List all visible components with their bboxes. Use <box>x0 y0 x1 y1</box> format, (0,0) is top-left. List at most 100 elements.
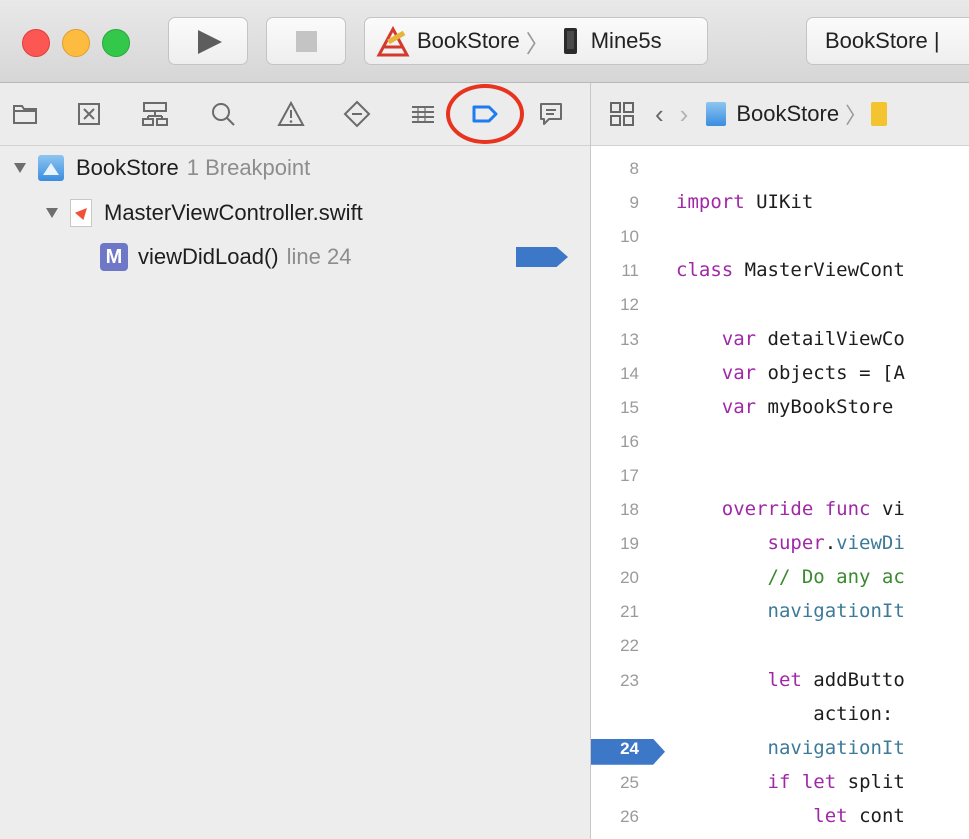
code-line[interactable]: 26 let cont <box>591 803 969 837</box>
status-text: BookStore | <box>825 28 940 53</box>
xcode-app-icon <box>376 25 410 57</box>
hierarchy-icon[interactable] <box>140 99 170 129</box>
folder-icon[interactable] <box>10 99 40 129</box>
go-forward-icon[interactable]: › <box>680 99 689 130</box>
scheme-selector[interactable]: BookStore 〉 Mine5s <box>364 17 708 65</box>
report-icon[interactable] <box>536 99 566 129</box>
chevron-right-icon: 〉 <box>525 30 550 58</box>
diamond-icon[interactable] <box>342 99 372 129</box>
line-number: 20 <box>620 568 639 588</box>
code-line[interactable]: 25 if let split <box>591 769 969 803</box>
folder-icon[interactable] <box>871 102 888 126</box>
scheme-target-label: BookStore <box>417 28 520 53</box>
breadcrumb-project[interactable]: BookStore <box>736 101 839 127</box>
code-line[interactable]: 20 // Do any ac <box>591 564 969 598</box>
line-number: 8 <box>629 159 639 178</box>
code-line[interactable]: 19 super.viewDi <box>591 530 969 564</box>
code-line[interactable]: 22 <box>591 632 969 666</box>
line-number: 12 <box>620 295 639 315</box>
line-number: 13 <box>620 329 639 349</box>
code-text: var myBookStore <box>721 395 894 418</box>
play-icon <box>198 30 222 54</box>
code-line[interactable]: 23 let addButto <box>591 667 969 701</box>
warning-icon[interactable] <box>276 99 306 129</box>
navigator-selector-bar <box>0 83 590 146</box>
code-line[interactable]: action: <box>591 701 969 735</box>
code-line[interactable]: 15 var myBookStore <box>591 394 969 428</box>
code-line[interactable]: 13 var detailViewCo <box>591 326 969 360</box>
project-icon <box>38 155 64 181</box>
navigator-pane: BookStore 1 Breakpoint MasterViewControl… <box>0 83 591 839</box>
code-line[interactable]: 18 override func vi <box>591 496 969 530</box>
line-number: 14 <box>620 363 639 383</box>
project-name: BookStore <box>76 155 179 180</box>
line-number: 17 <box>620 465 639 485</box>
chevron-right-icon: 〉 <box>845 103 868 128</box>
code-text: super.viewDi <box>767 532 905 555</box>
disclosure-triangle-icon[interactable] <box>14 163 26 173</box>
search-icon[interactable] <box>208 99 238 129</box>
swift-file-icon <box>70 199 92 227</box>
window-toolbar: BookStore 〉 Mine5s BookStore | <box>0 0 969 83</box>
breakpoint-enabled-toggle[interactable] <box>516 247 568 267</box>
code-line[interactable]: 17 <box>591 462 969 496</box>
symbol-icon[interactable] <box>74 99 104 129</box>
file-row[interactable]: MasterViewController.swift <box>46 199 363 227</box>
code-line[interactable]: 10 <box>591 223 969 257</box>
code-text: let addButto <box>767 668 905 691</box>
disclosure-triangle-icon[interactable] <box>46 208 58 218</box>
selection-highlight-circle <box>446 84 524 144</box>
code-line[interactable]: 9 import UIKit <box>591 189 969 223</box>
code-text: let cont <box>813 804 905 827</box>
line-number: 9 <box>629 193 639 213</box>
file-name: MasterViewController.swift <box>104 200 363 225</box>
line-number: 10 <box>620 227 639 247</box>
code-text: override func vi <box>721 498 905 520</box>
code-line[interactable]: 24 navigationIt <box>591 735 969 769</box>
breakpoint-row[interactable]: M viewDidLoad() line 24 <box>100 243 351 271</box>
code-line[interactable]: 8 <box>591 155 969 189</box>
code-text: import UIKit <box>676 191 814 214</box>
zoom-window-button[interactable] <box>102 29 130 57</box>
stop-button[interactable] <box>266 17 346 65</box>
method-badge-icon: M <box>100 243 128 271</box>
source-editor[interactable]: ‹ › BookStore 〉 8 9 import UIKit 10 11 class … <box>591 83 969 839</box>
jump-bar: ‹ › BookStore 〉 <box>591 83 969 146</box>
breakpoint-line: line 24 <box>286 244 352 269</box>
code-text: var objects = [A <box>721 361 905 384</box>
stop-icon <box>296 31 317 52</box>
scheme-device-label: Mine5s <box>590 28 662 53</box>
code-line[interactable]: 11 class MasterViewCont <box>591 257 969 291</box>
code-line[interactable]: 12 <box>591 291 969 325</box>
line-number: 21 <box>620 602 639 622</box>
project-breakpoint-count: 1 Breakpoint <box>186 155 311 180</box>
line-number: 15 <box>620 397 639 417</box>
iphone-icon <box>563 28 577 54</box>
line-number: 19 <box>620 534 639 554</box>
code-text: action: <box>813 702 894 725</box>
code-text: // Do any ac <box>767 566 905 589</box>
go-back-icon[interactable]: ‹ <box>655 99 664 130</box>
code-line[interactable]: 21 navigationIt <box>591 598 969 632</box>
line-number: 11 <box>621 261 639 281</box>
code-line[interactable]: 16 <box>591 428 969 462</box>
code-text: class MasterViewCont <box>676 259 905 282</box>
method-name: viewDidLoad() <box>138 244 279 269</box>
minimize-window-button[interactable] <box>62 29 90 57</box>
list-icon[interactable] <box>408 99 438 129</box>
project-row[interactable]: BookStore 1 Breakpoint <box>14 155 310 181</box>
activity-status-view: BookStore | <box>806 17 969 65</box>
code-text: navigationIt <box>767 600 905 623</box>
line-number: 25 <box>620 772 639 792</box>
code-text: navigationIt <box>767 736 905 759</box>
line-number: 22 <box>620 636 639 656</box>
line-number: 24 <box>620 738 639 758</box>
line-number: 18 <box>620 500 639 519</box>
line-number: 26 <box>620 806 639 826</box>
code-line[interactable]: 14 var objects = [A <box>591 360 969 394</box>
project-icon <box>706 102 727 126</box>
related-items-icon[interactable] <box>609 101 635 127</box>
close-window-button[interactable] <box>22 29 50 57</box>
code-text: var detailViewCo <box>721 327 905 350</box>
run-button[interactable] <box>168 17 248 65</box>
